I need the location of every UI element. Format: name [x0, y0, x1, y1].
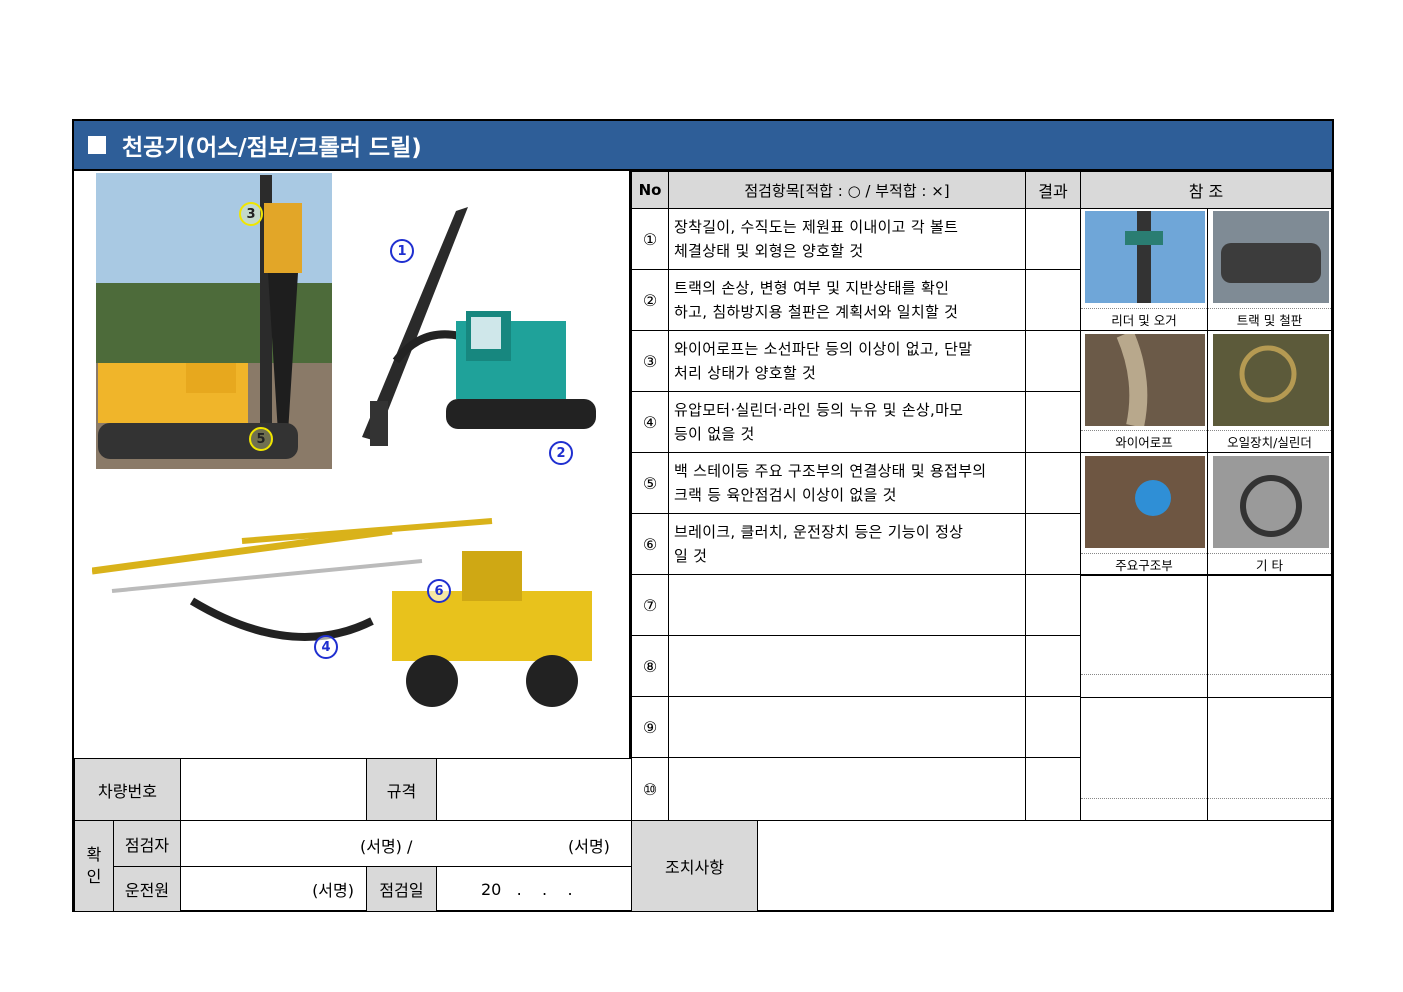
driver-sign-field[interactable]: (서명) — [180, 866, 367, 912]
item-result-field[interactable] — [1025, 574, 1081, 636]
item-result-field[interactable] — [1025, 452, 1081, 514]
ref-caption: 리더 및 오거 — [1081, 308, 1207, 330]
item-text: 트랙의 손상, 변형 여부 및 지반상태를 확인 하고, 침하방지용 철판은 계… — [668, 269, 1026, 331]
title-bar: 천공기(어스/점보/크롤러 드릴) — [74, 121, 1332, 171]
marker-3: 3 — [239, 202, 263, 226]
item-no: ⑩ — [631, 757, 669, 821]
item-result-field[interactable] — [1025, 513, 1081, 575]
spec-label: 규격 — [366, 758, 437, 821]
track-plate-thumb — [1213, 211, 1329, 303]
inspector-label: 점검자 — [113, 820, 181, 867]
ref-caption: 주요구조부 — [1081, 553, 1207, 575]
item-text-field[interactable] — [668, 574, 1026, 636]
inspection-sheet: 천공기(어스/점보/크롤러 드릴) 3 5 1 2 6 4 No 점검항목[적합… — [72, 119, 1334, 912]
ref-caption-empty — [1081, 674, 1207, 697]
oil-cylinder-thumb — [1213, 334, 1329, 426]
crawler-drill-photo — [362, 207, 596, 446]
header-result: 결과 — [1025, 171, 1081, 209]
driver-label: 운전원 — [113, 866, 181, 912]
ref-caption: 트랙 및 철판 — [1208, 308, 1331, 330]
vehicle-no-field[interactable] — [180, 758, 367, 821]
action-field[interactable] — [757, 820, 1332, 912]
ref-caption: 기 타 — [1208, 553, 1331, 575]
header-ref: 참 조 — [1080, 171, 1332, 209]
vehicle-no-label: 차량번호 — [74, 758, 181, 821]
item-text: 와이어로프는 소선파단 등의 이상이 없고, 단말 처리 상태가 양호할 것 — [668, 330, 1026, 392]
equipment-pictures: 3 5 1 2 6 4 — [74, 171, 631, 758]
spec-field[interactable] — [436, 758, 632, 821]
page-title: 천공기(어스/점보/크롤러 드릴) — [122, 135, 422, 161]
item-no: ⑥ — [631, 513, 669, 575]
ref-caption: 와이어로프 — [1081, 430, 1207, 452]
other-cabin-thumb — [1213, 456, 1329, 548]
item-result-field[interactable] — [1025, 208, 1081, 270]
item-result-field[interactable] — [1025, 269, 1081, 331]
item-result-field[interactable] — [1025, 391, 1081, 453]
jumbo-drill-photo — [92, 518, 592, 707]
date-field[interactable]: 20 . . . — [436, 866, 632, 912]
item-text: 장착길이, 수직도는 제원표 이내이고 각 볼트 체결상태 및 외형은 양호할 … — [668, 208, 1026, 270]
item-result-field[interactable] — [1025, 635, 1081, 697]
item-no: ⑧ — [631, 635, 669, 697]
ref-caption-empty — [1081, 798, 1207, 820]
item-result-field[interactable] — [1025, 757, 1081, 821]
item-no: ⑤ — [631, 452, 669, 514]
item-no: ② — [631, 269, 669, 331]
item-no: ⑦ — [631, 574, 669, 636]
marker-1: 1 — [390, 239, 414, 263]
item-text: 브레이크, 클러치, 운전장치 등은 기능이 정상 일 것 — [668, 513, 1026, 575]
ref-caption-empty — [1208, 674, 1331, 697]
ref-caption: 오일장치/실린더 — [1208, 430, 1331, 452]
item-no: ③ — [631, 330, 669, 392]
header-item: 점검항목[적합 : ○ / 부적합 : ×] — [668, 171, 1026, 209]
main-structure-thumb — [1085, 456, 1205, 548]
item-text-field[interactable] — [668, 635, 1026, 697]
marker-6: 6 — [427, 579, 451, 603]
item-text: 백 스테이등 주요 구조부의 연결상태 및 용접부의 크랙 등 육안점검시 이상… — [668, 452, 1026, 514]
square-bullet-icon — [88, 136, 106, 154]
confirm-label: 확 인 — [74, 820, 114, 912]
marker-5: 5 — [249, 427, 273, 451]
inspector-sign-2: (서명) — [568, 837, 610, 856]
item-no: ⑨ — [631, 696, 669, 758]
item-no: ① — [631, 208, 669, 270]
marker-2: 2 — [549, 441, 573, 465]
leader-auger-thumb — [1085, 211, 1205, 303]
item-text: 유압모터‧실린더‧라인 등의 누유 및 손상,마모 등이 없을 것 — [668, 391, 1026, 453]
ref-caption-empty — [1208, 798, 1331, 820]
item-result-field[interactable] — [1025, 696, 1081, 758]
item-no: ④ — [631, 391, 669, 453]
item-text-field[interactable] — [668, 757, 1026, 821]
marker-4: 4 — [314, 635, 338, 659]
item-result-field[interactable] — [1025, 330, 1081, 392]
inspector-sign-1: (서명) / — [360, 837, 413, 856]
header-no: No — [631, 171, 669, 209]
item-text-field[interactable] — [668, 696, 1026, 758]
action-label: 조치사항 — [631, 820, 758, 912]
earth-auger-photo — [96, 173, 332, 469]
date-label: 점검일 — [366, 866, 437, 912]
wire-rope-thumb — [1085, 334, 1205, 426]
